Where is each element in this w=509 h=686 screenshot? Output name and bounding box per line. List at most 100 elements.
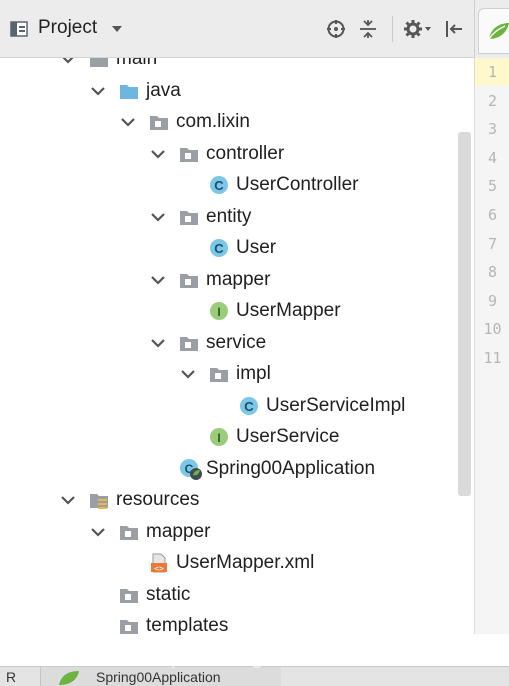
tree-item-label: mapper: [146, 520, 211, 542]
chevron-down-icon[interactable]: [150, 272, 166, 288]
chevron-down-icon[interactable]: [90, 524, 106, 540]
editor-tab[interactable]: [478, 8, 509, 54]
line-number: 5: [487, 177, 498, 196]
tree-item-label: java: [146, 79, 181, 101]
tree-row[interactable]: C Spring00Application: [0, 455, 474, 486]
settings-icon[interactable]: [402, 16, 434, 42]
chevron-down-icon[interactable]: [60, 58, 76, 67]
run-config-label[interactable]: Spring00Application: [96, 669, 221, 685]
line-number: 7: [487, 234, 498, 253]
tree-item-label: mapper: [206, 268, 271, 290]
svg-text:I: I: [217, 431, 220, 445]
tree-row[interactable]: C UserServiceImpl: [0, 392, 474, 423]
tree-row[interactable]: mapper: [0, 518, 474, 549]
tree-item-label: static: [146, 583, 191, 605]
tree-scrollbar[interactable]: [458, 132, 471, 496]
tree-row[interactable]: com.lixin: [0, 108, 474, 139]
class-icon: C: [209, 175, 229, 195]
tree-row[interactable]: mapper: [0, 266, 474, 297]
tree-item-label: UserMapper: [236, 300, 341, 321]
folder-icon: [89, 58, 109, 69]
editor-tab-strip: [474, 0, 509, 58]
line-number: 9: [487, 291, 498, 310]
package-icon: [179, 333, 199, 353]
package-icon: [179, 144, 199, 164]
tree-item-label: entity: [206, 205, 252, 227]
package-icon: [179, 207, 199, 227]
tree-item-label: impl: [236, 363, 271, 384]
line-number: 2: [487, 91, 498, 110]
project-tree: main java com.lixin controller C UserControll…: [0, 58, 474, 638]
svg-text:<>: <>: [154, 564, 164, 573]
tree-item-label: UserService: [236, 426, 340, 447]
spring-leaf-icon: [488, 23, 509, 40]
tree-item-label: UserServiceImpl: [266, 394, 406, 416]
collapse-all-icon[interactable]: [356, 16, 380, 42]
svg-text:I: I: [217, 305, 220, 319]
tree-row[interactable]: C UserController: [0, 171, 474, 202]
tree-item-label: UserMapper.xml: [176, 552, 315, 573]
tree-row[interactable]: templates: [0, 612, 474, 638]
interface-icon: I: [209, 301, 229, 321]
class-icon: C: [239, 396, 259, 416]
xml-file-icon: <>: [149, 553, 169, 573]
class-icon: C: [209, 238, 229, 258]
chevron-down-icon[interactable]: [60, 492, 76, 508]
hide-panel-icon[interactable]: [442, 16, 466, 42]
package-icon: [119, 585, 139, 605]
editor-gutter: 1 2 3 4 5 6 7 8 9 10 11: [474, 58, 509, 634]
tree-row[interactable]: static: [0, 581, 474, 612]
svg-text:C: C: [214, 178, 224, 193]
chevron-down-icon[interactable]: [180, 366, 196, 382]
line-number: 1: [475, 58, 509, 86]
tree-item-label: Spring00Application: [206, 457, 376, 479]
tree-row[interactable]: I UserService: [0, 423, 474, 454]
package-icon: [119, 522, 139, 542]
interface-icon: I: [209, 427, 229, 447]
line-number: 11: [483, 349, 502, 367]
line-number: 10: [483, 320, 502, 339]
tree-row[interactable]: main: [0, 58, 474, 76]
tree-row[interactable]: impl: [0, 360, 474, 391]
tree-row[interactable]: <> UserMapper.xml: [0, 549, 474, 580]
tree-row[interactable]: service: [0, 329, 474, 360]
tree-item-label: controller: [206, 142, 285, 164]
bottom-tab-letter[interactable]: R: [6, 669, 16, 685]
tree-row[interactable]: I UserMapper: [0, 297, 474, 328]
locate-icon[interactable]: [324, 16, 348, 42]
chevron-down-icon[interactable]: [120, 114, 136, 130]
toolbar-separator: [392, 16, 393, 42]
line-number: 4: [487, 148, 498, 167]
chevron-down-icon[interactable]: [150, 335, 166, 351]
tree-row[interactable]: java: [0, 77, 474, 108]
package-icon: [149, 112, 169, 132]
tree-item-label: templates: [146, 615, 229, 636]
tree-row[interactable]: entity: [0, 203, 474, 234]
tree-row[interactable]: resources: [0, 486, 474, 517]
tree-row[interactable]: C User: [0, 234, 474, 265]
chevron-down-icon[interactable]: [90, 83, 106, 99]
tree-item-label: service: [206, 331, 267, 353]
chevron-down-icon[interactable]: [150, 209, 166, 225]
panel-title[interactable]: Project: [38, 17, 97, 39]
project-view-icon: [10, 20, 28, 38]
line-number: 3: [487, 120, 498, 139]
spring-boot-icon: C: [179, 457, 202, 480]
chevron-down-icon[interactable]: [150, 146, 166, 162]
line-number: 6: [487, 206, 498, 224]
package-icon: [119, 616, 139, 636]
tree-item-label: resources: [116, 489, 200, 510]
package-icon: [179, 270, 199, 290]
source-folder-icon: [119, 81, 139, 101]
bottom-run-bar: R Spring00Application: [0, 666, 509, 686]
package-icon: [209, 364, 229, 384]
project-tool-window-header: Project: [0, 0, 474, 58]
line-number: 8: [487, 263, 498, 282]
resources-folder-icon: [89, 490, 109, 510]
svg-text:C: C: [244, 399, 254, 414]
tree-row[interactable]: controller: [0, 140, 474, 171]
dropdown-icon[interactable]: [112, 26, 122, 32]
tree-item-label: main: [116, 58, 158, 69]
tree-item-label: User: [236, 237, 277, 258]
spring-leaf-icon: [59, 671, 79, 685]
